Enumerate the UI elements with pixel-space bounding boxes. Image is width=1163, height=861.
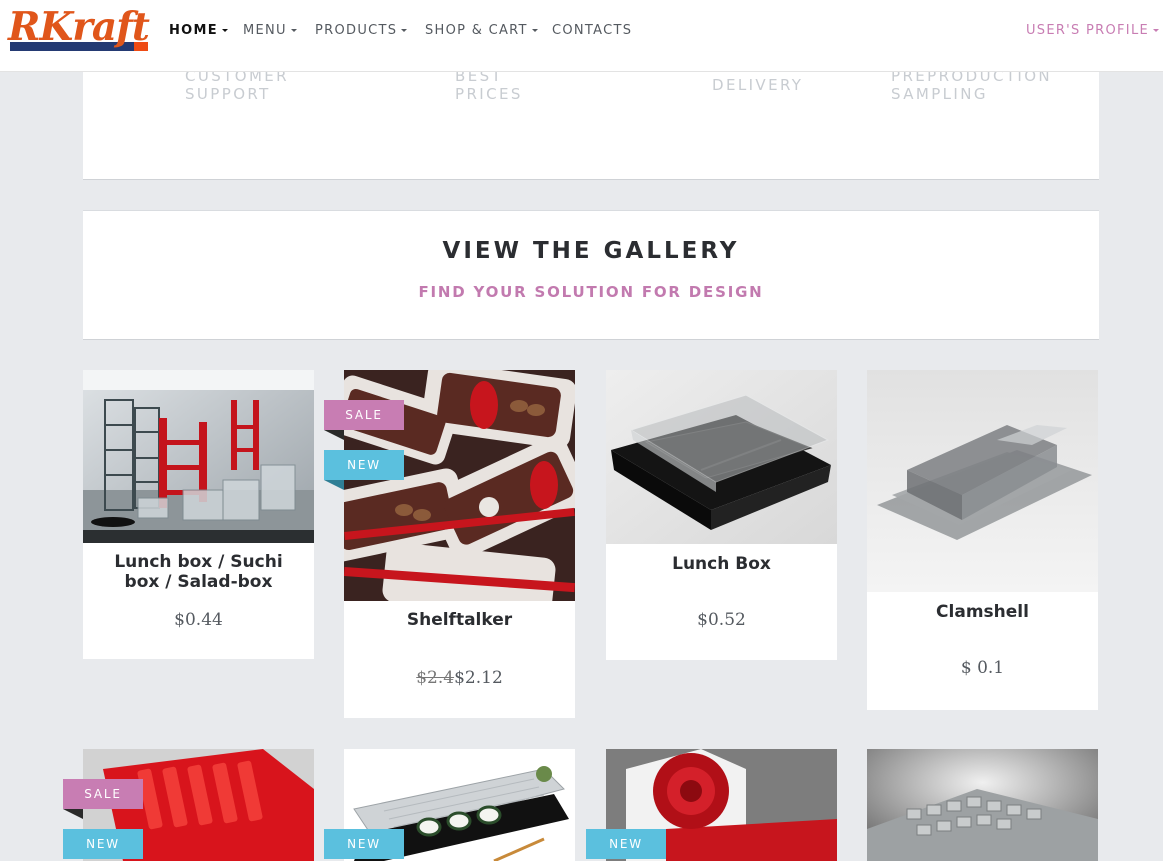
nav-products[interactable]: PRODUCTS (315, 23, 408, 38)
product-card[interactable]: Lunch box / Suchi box / Salad-box $0.44 (83, 370, 314, 659)
product-name[interactable]: Lunch box / Suchi box / Salad-box (83, 552, 314, 592)
chevron-down-icon (1153, 29, 1159, 32)
top-navbar: RKraft HOME MENU PRODUCTS SHOP & CART CO… (0, 0, 1163, 72)
chevron-down-icon (221, 29, 228, 32)
logo-text: RKraft (8, 4, 150, 50)
nav-user-profile[interactable]: USER'S PROFILE (1026, 23, 1159, 38)
sale-badge: SALE (63, 779, 143, 809)
chevron-down-icon (290, 29, 297, 32)
gallery-subtitle: FIND YOUR SOLUTION FOR DESIGN (418, 283, 764, 301)
feature-preproduction-sampling: PREPRODUCTION SAMPLING (891, 67, 1053, 103)
product-name[interactable]: Shelftalker (344, 610, 575, 630)
new-badge: NEW (63, 829, 143, 859)
badge-fold (324, 430, 344, 440)
product-image-clear-tray[interactable] (867, 749, 1098, 861)
product-price: $0.52 (697, 610, 746, 630)
nav-shop-cart-label: SHOP & CART (425, 23, 528, 38)
product-card[interactable] (867, 749, 1098, 861)
nav-contacts[interactable]: CONTACTS (552, 23, 632, 38)
sale-badge: SALE (324, 400, 404, 430)
product-old-price: $2.4 (416, 668, 455, 688)
nav-home[interactable]: HOME (169, 23, 228, 38)
product-name[interactable]: Clamshell (867, 602, 1098, 622)
new-badge: NEW (324, 829, 404, 859)
product-price: $2.12 (454, 668, 503, 688)
page-content: CUSTOMER SUPPORT BEST PRICES DELIVERY PR… (37, 67, 1146, 861)
product-image-shelving[interactable] (83, 370, 314, 543)
nav-user-profile-label: USER'S PROFILE (1025, 23, 1149, 38)
feature-best-prices: BEST PRICES (455, 67, 523, 103)
product-image-clamshell[interactable] (867, 370, 1098, 592)
chevron-down-icon (401, 29, 408, 32)
chevron-down-icon (531, 29, 538, 32)
gallery-header: VIEW THE GALLERY FIND YOUR SOLUTION FOR … (83, 210, 1099, 340)
rkraft-logo[interactable]: RKraft (8, 4, 150, 56)
product-price: $0.44 (174, 610, 223, 630)
feature-delivery: DELIVERY (712, 76, 804, 94)
nav-menu-label: MENU (243, 23, 287, 38)
product-price: $ 0.1 (960, 658, 1005, 678)
product-image-lunch-box[interactable] (606, 370, 837, 544)
product-name[interactable]: Lunch Box (606, 554, 837, 574)
nav-menu[interactable]: MENU (243, 23, 297, 38)
nav-shop-cart[interactable]: SHOP & CART (425, 23, 538, 38)
new-badge: NEW (586, 829, 666, 859)
badge-fold (63, 809, 83, 819)
nav-products-label: PRODUCTS (315, 23, 398, 38)
product-card[interactable]: Lunch Box $0.52 (606, 370, 837, 660)
new-badge: NEW (324, 450, 404, 480)
product-card[interactable]: Clamshell $ 0.1 (867, 370, 1098, 710)
features-panel: CUSTOMER SUPPORT BEST PRICES DELIVERY PR… (83, 67, 1099, 180)
badge-fold (324, 480, 344, 490)
nav-home-label: HOME (169, 23, 218, 38)
feature-customer-support: CUSTOMER SUPPORT (185, 67, 289, 103)
gallery-title: VIEW THE GALLERY (442, 238, 740, 264)
nav-contacts-label: CONTACTS (552, 23, 633, 38)
product-price-group: $2.4$2.12 (344, 668, 575, 688)
